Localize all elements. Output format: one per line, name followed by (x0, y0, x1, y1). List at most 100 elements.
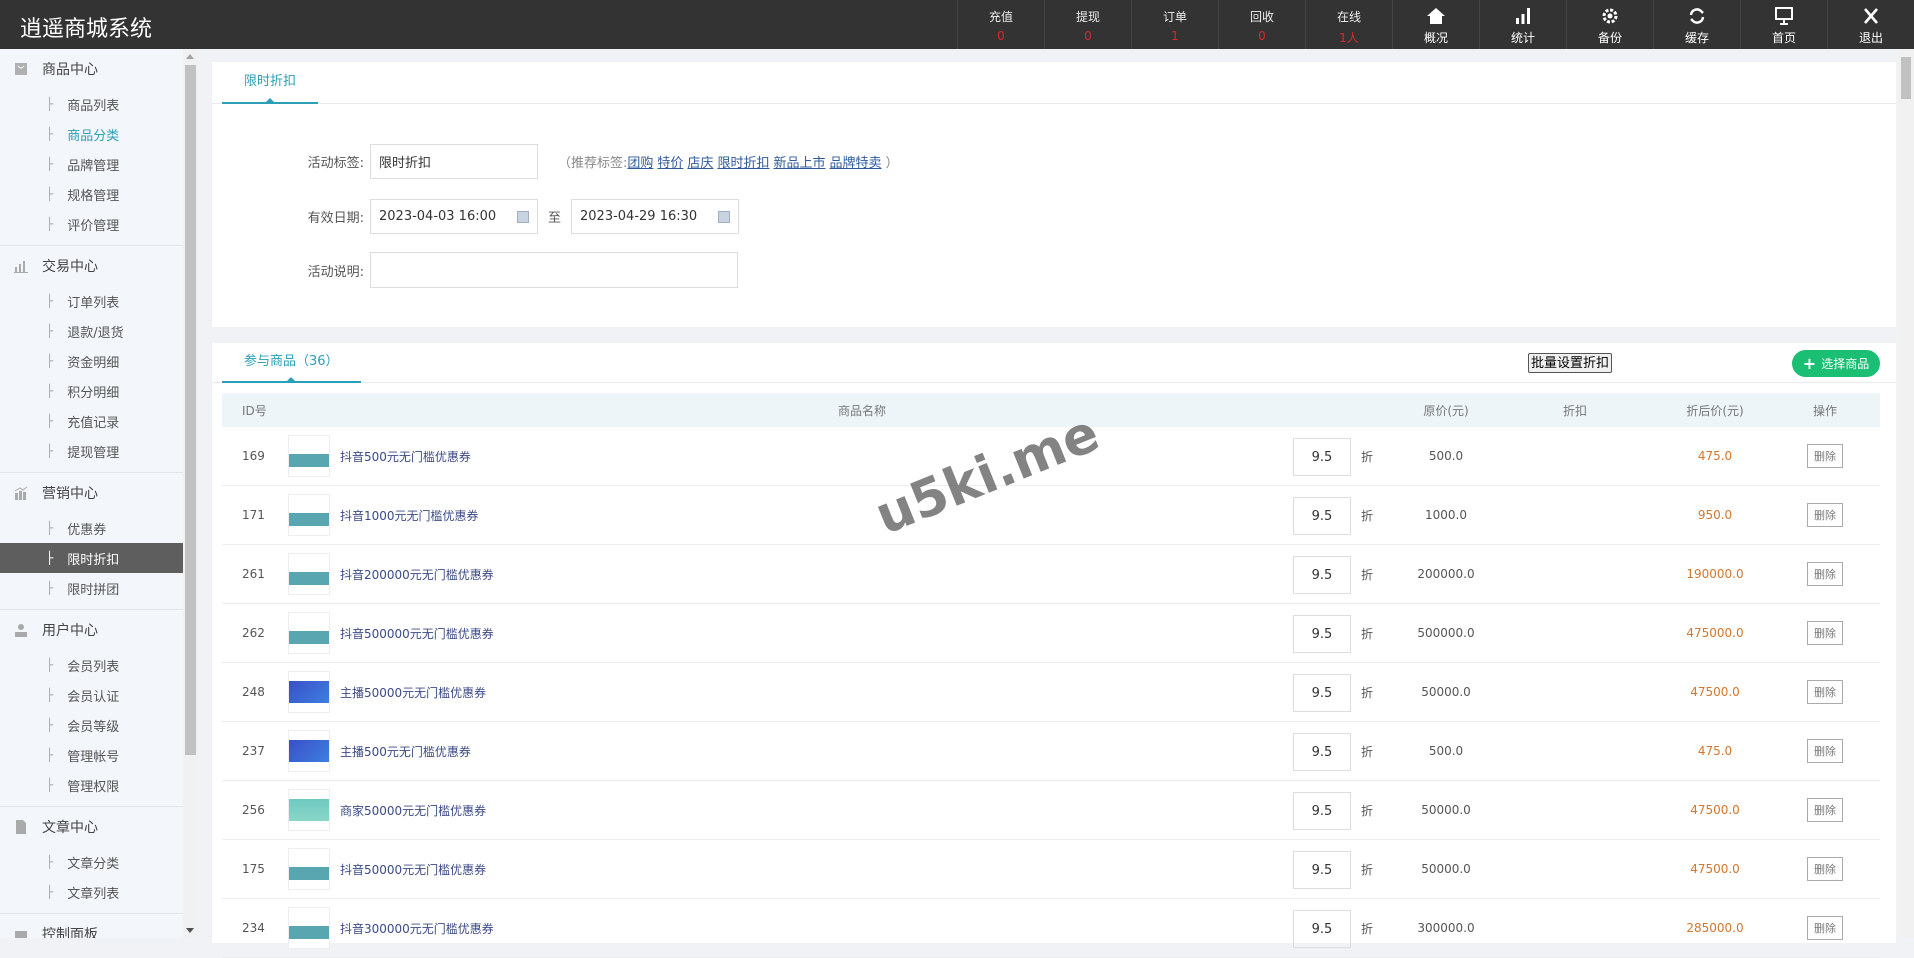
sidebar-scroll-thumb[interactable] (185, 65, 196, 755)
tree-branch-icon: ├ (46, 294, 54, 308)
delete-button[interactable]: 删除 (1807, 503, 1843, 527)
stat-3[interactable]: 回收 0 (1218, 0, 1305, 49)
product-name-link[interactable]: 抖音300000元无门槛优惠券 (340, 899, 494, 957)
discount-input[interactable]: 9.5 (1293, 556, 1351, 594)
tag-input[interactable]: 限时折扣 (370, 143, 538, 179)
scroll-down-arrow-icon[interactable] (186, 928, 194, 933)
delete-button[interactable]: 删除 (1807, 444, 1843, 468)
start-date-input[interactable]: 2023-04-03 16:00 (370, 198, 538, 234)
tab-limited-discount[interactable]: 限时折扣 (222, 62, 319, 104)
sidebar-item[interactable]: ├ 管理帐号 (0, 740, 183, 770)
dashboard-icon (14, 927, 28, 938)
sidebar-item[interactable]: ├ 优惠券 (0, 513, 183, 543)
sidebar-item[interactable]: ├ 规格管理 (0, 179, 183, 209)
delete-button[interactable]: 删除 (1807, 680, 1843, 704)
stat-0[interactable]: 充值 0 (957, 0, 1044, 49)
discount-input[interactable]: 9.5 (1293, 615, 1351, 653)
sidebar-item[interactable]: ├ 限时折扣 (0, 543, 183, 573)
product-name-link[interactable]: 抖音500000元无门槛优惠券 (340, 604, 494, 662)
tab-products[interactable]: 参与商品（36） (222, 343, 361, 383)
sidebar-group: 商品中心 ├ 商品列表 ├ 商品分类 ├ 品牌管理 ├ 规格管理 ├ 评价管理 (0, 49, 183, 246)
sidebar-item[interactable]: ├ 商品列表 (0, 89, 183, 119)
product-name-link[interactable]: 主播500元无门槛优惠券 (340, 722, 471, 780)
delete-button[interactable]: 删除 (1807, 916, 1843, 940)
suggested-tag-link[interactable]: 品牌特卖 (829, 156, 881, 171)
sidebar-item[interactable]: ├ 充值记录 (0, 406, 183, 436)
sidebar-item[interactable]: ├ 会员认证 (0, 680, 183, 710)
discount-input[interactable]: 9.5 (1293, 851, 1351, 889)
sidebar-item[interactable]: ├ 文章列表 (0, 877, 183, 907)
delete-button[interactable]: 删除 (1807, 739, 1843, 763)
page-scrollbar[interactable] (1898, 49, 1914, 938)
top-action-0[interactable]: 概况 (1392, 0, 1479, 49)
sidebar-item[interactable]: ├ 积分明细 (0, 376, 183, 406)
top-action-4[interactable]: 首页 (1740, 0, 1827, 49)
discount-input[interactable]: 9.5 (1293, 497, 1351, 535)
delete-button[interactable]: 删除 (1807, 798, 1843, 822)
discount-input[interactable]: 9.5 (1293, 438, 1351, 476)
product-id: 169 (242, 449, 265, 463)
sidebar-item[interactable]: ├ 会员等级 (0, 710, 183, 740)
calendar-icon[interactable] (517, 210, 529, 223)
sidebar-group-header[interactable]: 控制面板 (0, 914, 183, 938)
sidebar-group-header[interactable]: 交易中心 (0, 246, 183, 286)
sidebar-group-header[interactable]: 商品中心 (0, 49, 183, 89)
delete-button[interactable]: 删除 (1807, 562, 1843, 586)
sidebar-group-header[interactable]: 营销中心 (0, 473, 183, 513)
page-scroll-thumb[interactable] (1901, 57, 1911, 99)
sidebar-item[interactable]: ├ 限时拼团 (0, 573, 183, 603)
sidebar-item[interactable]: ├ 评价管理 (0, 209, 183, 239)
sidebar-item[interactable]: ├ 退款/退货 (0, 316, 183, 346)
top-action-3[interactable]: 缓存 (1653, 0, 1740, 49)
product-name-link[interactable]: 抖音50000元无门槛优惠券 (340, 840, 486, 898)
suggested-tag-link[interactable]: 新品上市 (773, 156, 825, 171)
sidebar-group-header[interactable]: 文章中心 (0, 807, 183, 847)
product-name-link[interactable]: 主播50000元无门槛优惠券 (340, 663, 486, 721)
plus-icon: + (1802, 354, 1817, 373)
sidebar-item[interactable]: ├ 资金明细 (0, 346, 183, 376)
discounted-price: 47500.0 (1690, 685, 1740, 699)
sidebar-item[interactable]: ├ 订单列表 (0, 286, 183, 316)
suggested-tag-link[interactable]: 团购 (627, 156, 653, 171)
sidebar-item[interactable]: ├ 文章分类 (0, 847, 183, 877)
top-action-1[interactable]: 统计 (1479, 0, 1566, 49)
close-icon (1828, 6, 1914, 28)
sidebar-group-header[interactable]: 用户中心 (0, 610, 183, 650)
stat-4[interactable]: 在线 1人 (1305, 0, 1392, 49)
stat-2[interactable]: 订单 1 (1131, 0, 1218, 49)
sidebar-group-label: 控制面板 (42, 927, 98, 938)
suggested-tag-link[interactable]: 限时折扣 (717, 156, 769, 171)
col-id: ID号 (242, 403, 267, 418)
sidebar-item-label: 限时拼团 (67, 582, 120, 598)
product-name-link[interactable]: 抖音500元无门槛优惠券 (340, 427, 471, 485)
sidebar-item[interactable]: ├ 会员列表 (0, 650, 183, 680)
scroll-up-arrow-icon[interactable] (186, 54, 194, 59)
product-name-link[interactable]: 抖音200000元无门槛优惠券 (340, 545, 494, 603)
sidebar-item[interactable]: ├ 品牌管理 (0, 149, 183, 179)
delete-button[interactable]: 删除 (1807, 857, 1843, 881)
product-name-link[interactable]: 商家50000元无门槛优惠券 (340, 781, 486, 839)
product-name-link[interactable]: 抖音1000元无门槛优惠券 (340, 486, 479, 544)
sidebar-item[interactable]: ├ 管理权限 (0, 770, 183, 800)
suggested-tag-link[interactable]: 店庆 (687, 156, 713, 171)
discount-input[interactable]: 9.5 (1293, 674, 1351, 712)
choose-products-button[interactable]: + 选择商品 (1792, 350, 1880, 377)
discount-input[interactable]: 9.5 (1293, 733, 1351, 771)
desc-input[interactable] (370, 252, 738, 288)
top-action-5[interactable]: 退出 (1827, 0, 1914, 49)
discount-input[interactable]: 9.5 (1293, 792, 1351, 830)
calendar-icon[interactable] (718, 210, 731, 223)
top-action-2[interactable]: 备份 (1566, 0, 1653, 49)
batch-discount-button[interactable]: 批量设置折扣 (1528, 353, 1613, 373)
sidebar-item-label: 管理权限 (67, 779, 120, 795)
top-action-label: 退出 (1858, 31, 1883, 45)
discount-input[interactable]: 9.5 (1293, 910, 1351, 948)
sidebar-item[interactable]: ├ 商品分类 (0, 119, 183, 149)
sidebar-scrollbar[interactable] (183, 49, 198, 938)
stat-1[interactable]: 提现 0 (1044, 0, 1131, 49)
suggested-tag-link[interactable]: 特价 (657, 156, 683, 171)
sidebar-item[interactable]: ├ 提现管理 (0, 436, 183, 466)
delete-button[interactable]: 删除 (1807, 621, 1843, 645)
sidebar-group-label: 交易中心 (42, 259, 98, 275)
end-date-input[interactable]: 2023-04-29 16:30 (571, 198, 740, 234)
